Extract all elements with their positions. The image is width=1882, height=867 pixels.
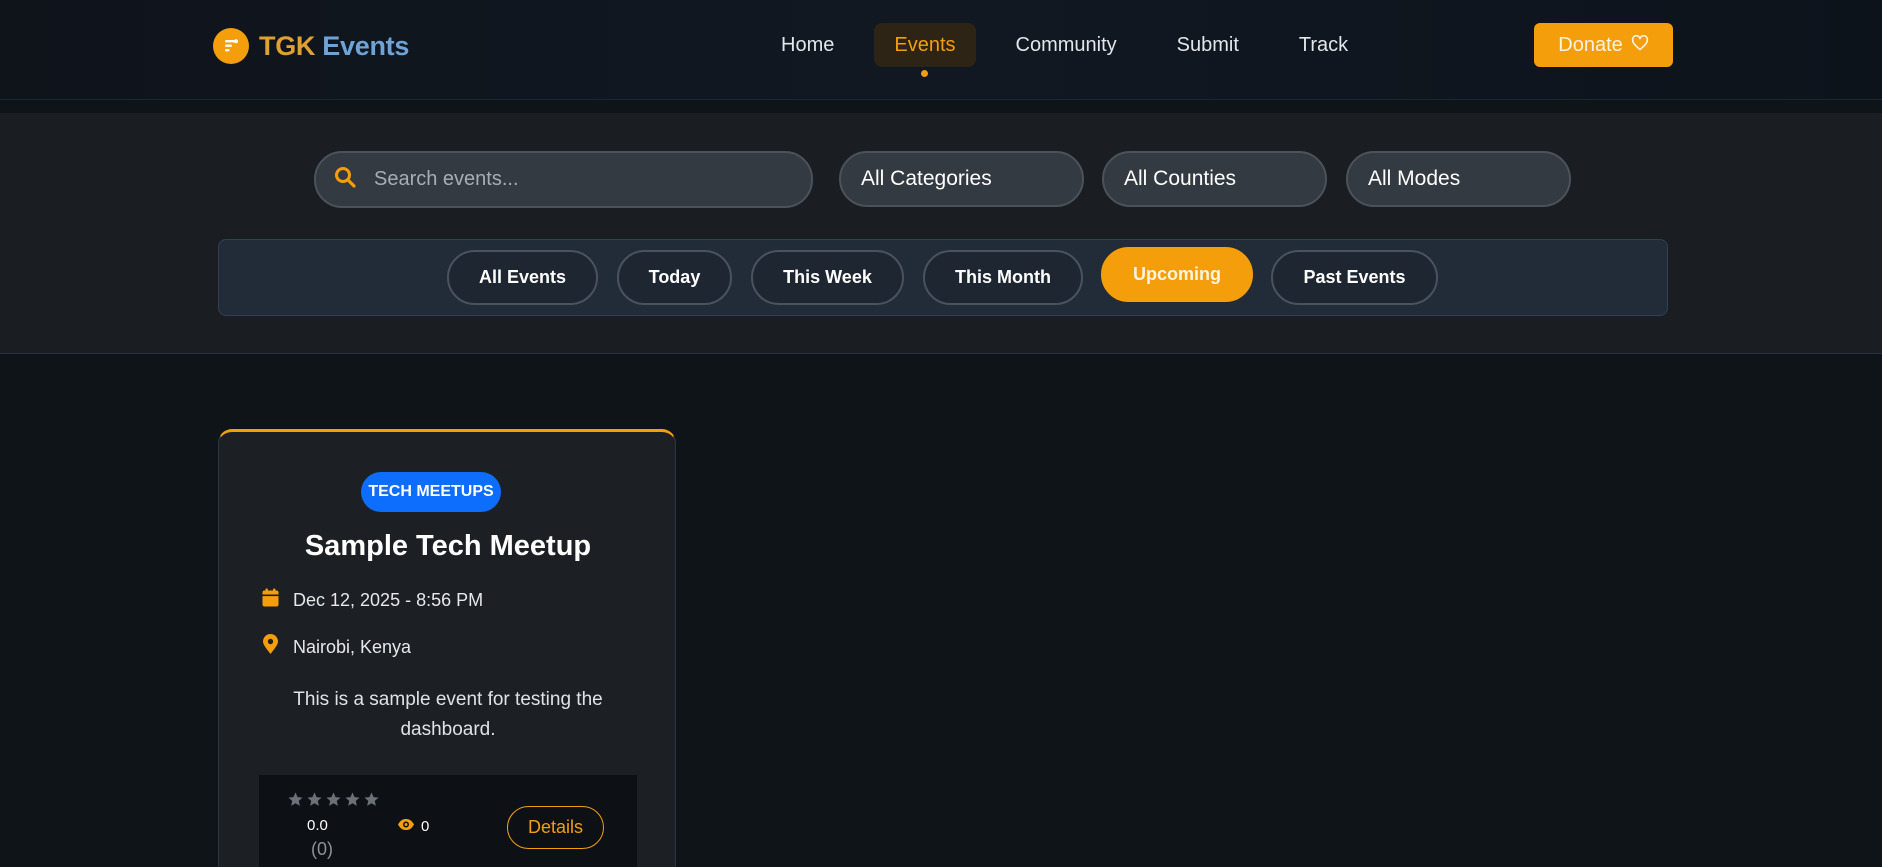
event-card[interactable]: TECH MEETUPS Sample Tech Meetup Dec 12, … [218, 429, 676, 867]
details-button[interactable]: Details [507, 806, 604, 849]
tab-this-week[interactable]: This Week [751, 250, 904, 305]
star-icon[interactable] [363, 791, 380, 808]
filter-panel [0, 113, 1882, 354]
rating-value: 0.0 [307, 817, 328, 834]
star-icon[interactable] [325, 791, 342, 808]
search-icon [334, 166, 356, 193]
heart-icon [1631, 34, 1649, 57]
search-box[interactable] [314, 151, 813, 208]
tab-today[interactable]: Today [617, 250, 732, 305]
county-select[interactable]: All Counties [1102, 151, 1327, 207]
top-navbar: TGK Events Home Events Community Submit … [0, 0, 1882, 100]
tab-upcoming[interactable]: Upcoming [1101, 247, 1253, 302]
view-count-value: 0 [421, 818, 430, 835]
calendar-icon [262, 588, 279, 612]
event-datetime: Dec 12, 2025 - 8:56 PM [293, 589, 484, 610]
event-location-text: Nairobi, Kenya [293, 636, 412, 657]
view-count: 0 [397, 818, 429, 835]
rating-stars[interactable] [287, 791, 380, 808]
event-date: Dec 12, 2025 - 8:56 PM [262, 588, 483, 612]
search-input[interactable] [374, 168, 774, 191]
event-description: This is a sample event for testing the d… [293, 689, 603, 740]
event-title: Sample Tech Meetup [304, 530, 592, 562]
star-icon[interactable] [344, 791, 361, 808]
event-location: Nairobi, Kenya [262, 634, 411, 660]
rating-count: (0) [311, 839, 333, 859]
tab-past-events[interactable]: Past Events [1271, 250, 1438, 305]
category-select[interactable]: All Categories [839, 151, 1084, 207]
card-footer: 0.0 (0) 0 Details [259, 775, 637, 867]
nav-track[interactable]: Track [1279, 23, 1368, 67]
tab-this-month[interactable]: This Month [923, 250, 1083, 305]
eye-icon [397, 818, 415, 835]
nav-community[interactable]: Community [996, 23, 1137, 67]
map-pin-icon [262, 634, 279, 660]
star-icon[interactable] [306, 791, 323, 808]
donate-label: Donate [1558, 33, 1623, 56]
nav-submit[interactable]: Submit [1157, 23, 1259, 67]
nav-events[interactable]: Events [874, 23, 976, 77]
nav-home[interactable]: Home [761, 23, 854, 67]
tab-all-events[interactable]: All Events [447, 250, 598, 305]
logo-icon [213, 28, 249, 64]
main-nav: Home Events Community Submit Track [761, 23, 1388, 77]
mode-select[interactable]: All Modes [1346, 151, 1571, 207]
brand-logo[interactable]: TGK Events [213, 28, 409, 64]
category-badge: TECH MEETUPS [361, 472, 501, 512]
star-icon[interactable] [287, 791, 304, 808]
donate-button[interactable]: Donate [1534, 23, 1673, 67]
brand-name: TGK Events [259, 30, 410, 61]
